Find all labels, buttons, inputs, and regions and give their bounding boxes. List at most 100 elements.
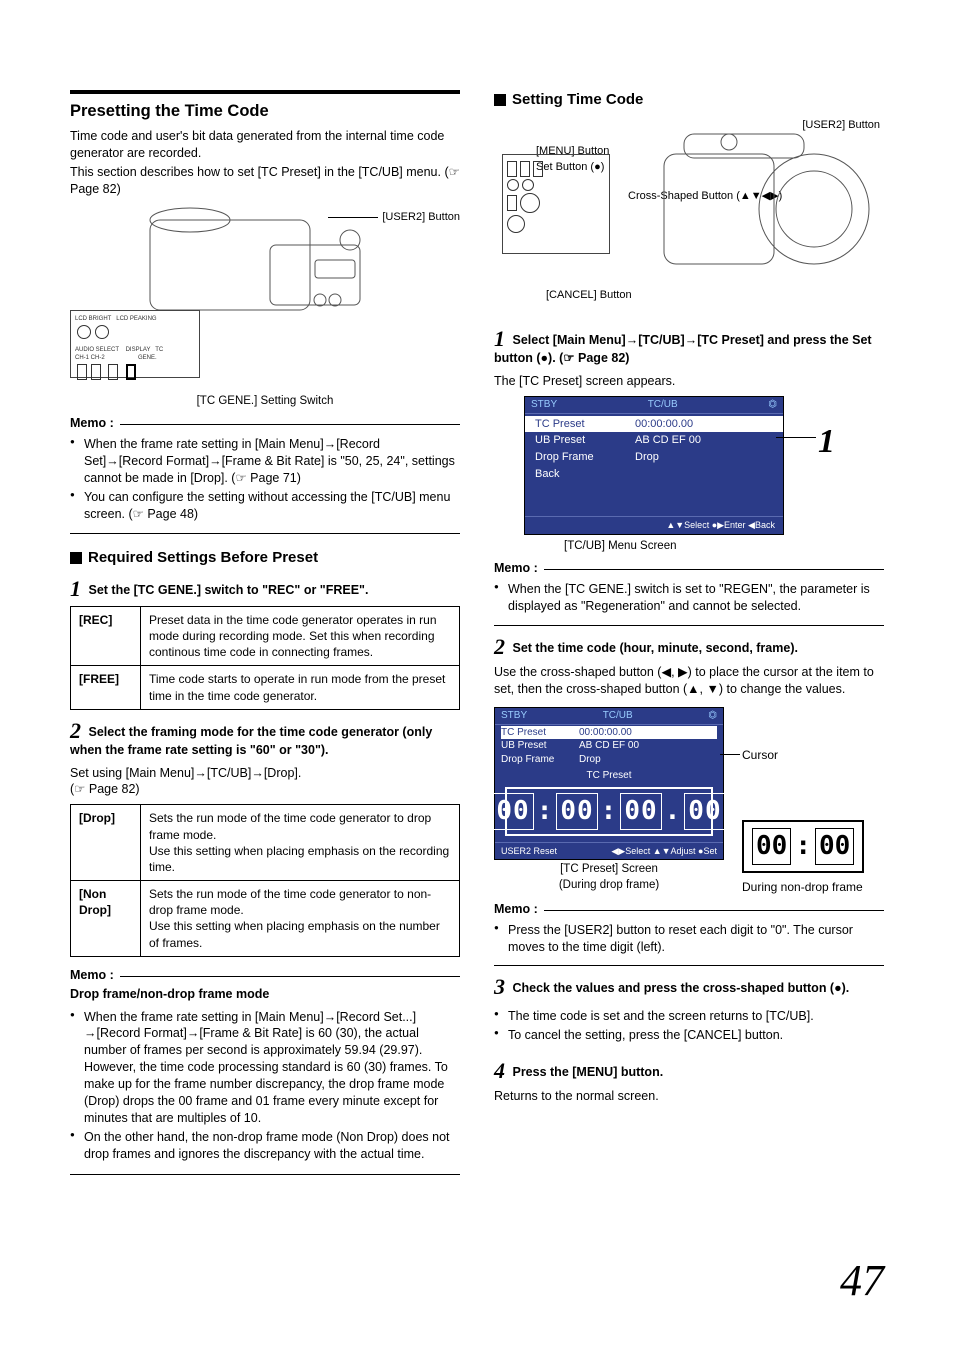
table-row: [REC] Preset data in the time code gener… [71,606,460,666]
section-rule [70,90,460,94]
rstep2-body: Use the cross-shaped button (◀, ▶) to pl… [494,664,884,698]
right-step-1: 1 Select [Main Menu]→[TC/UB]→[TC Preset]… [494,328,884,367]
memo-list-2: When the frame rate setting in [Main Men… [70,1005,460,1169]
table-row: [Non Drop] Sets the run mode of the time… [71,881,460,957]
cell-free-val: Time code starts to operate in run mode … [141,666,460,709]
figure-camera-left: [USER2] Button LCD BRIGHT LCD PEAKING AU… [70,200,460,390]
cell-nondrop-val: Sets the run mode of the time code gener… [141,881,460,957]
panel-illustration: LCD BRIGHT LCD PEAKING AUDIO SELECT DISP… [70,310,200,378]
memoB-end-rule [70,1174,460,1175]
panel-illustration-right [502,154,610,254]
tc-digit-display: 00: 00: 00. 00 [505,787,713,836]
ref-icon: ☞ [449,165,460,179]
rstep3-text: Check the values and press the cross-sha… [512,981,849,995]
callout-nondrop: During non-drop frame [742,879,864,895]
intro2-text: This section describes how to set [TC Pr… [70,165,449,179]
memoB-item1: When the frame rate setting in [Main Men… [70,1009,460,1127]
heading-presetting: Presetting the Time Code [70,100,460,122]
memoC-label: Memo : [494,560,538,577]
intro-para-2: This section describes how to set [TC Pr… [70,164,460,198]
heading-required-settings: Required Settings Before Preset [70,548,460,568]
memo-heading-1: Memo : [70,415,460,432]
cell-drop-val: Sets the run mode of the time code gener… [141,805,460,881]
ref-icon: ☞ [235,471,246,485]
menu-screen-caption: [TC/UB] Menu Screen [564,539,884,555]
figure1-caption: [TC GENE.] Setting Switch [70,394,460,410]
step3-b2: To cancel the setting, press the [CANCEL… [494,1027,884,1044]
right-step-4: 4 Press the [MENU] button. [494,1060,884,1082]
ref-icon: ☞ [74,782,85,796]
memo-heading-4: Memo : [494,901,884,918]
rstep4-text: Press the [MENU] button. [512,1065,663,1079]
tc-preset-screenshot: STBYTC/UB⏣ TC Preset00:00:00.00 UB Prese… [494,707,724,860]
ref-icon: ☞ [563,351,574,365]
intro-para-1: Time code and user's bit data generated … [70,128,460,162]
memoC-end-rule [494,625,884,626]
table-rec-free: [REC] Preset data in the time code gener… [70,606,460,710]
heading-required-text: Required Settings Before Preset [88,548,318,568]
memo-list-3: When the [TC GENE.] switch is set to "RE… [494,577,884,621]
step3-b1: The time code is set and the screen retu… [494,1008,884,1025]
memo-heading-3: Memo : [494,560,884,577]
memo-end-rule [70,533,460,534]
step-number-3r: 3 [494,974,505,999]
right-step-3: 3 Check the values and press the cross-s… [494,976,884,998]
table-row: [Drop] Sets the run mode of the time cod… [71,805,460,881]
step-number-1: 1 [70,576,81,601]
tc-ub-menu-screenshot: STBYTC/UB⏣ TC Preset00:00:00.00 UB Prese… [524,396,784,535]
step3-bullets: The time code is set and the screen retu… [494,1004,884,1050]
step-number-1r: 1 [494,326,505,351]
step-number-2r: 2 [494,634,505,659]
memo1-item2: You can configure the setting without ac… [70,489,460,523]
memoB-label: Memo : [70,967,114,984]
memoD-item: Press the [USER2] button to reset each d… [494,922,884,956]
memoB-item2: On the other hand, the non-drop frame mo… [70,1129,460,1163]
step2-text: Select the framing mode for the time cod… [70,725,432,757]
rstep1-body: The [TC Preset] screen appears. [494,373,884,390]
step-number-2: 2 [70,718,81,743]
figure-camera-right: [USER2] Button [MENU] Button Set Button … [494,118,884,318]
memo-list-4: Press the [USER2] button to reset each d… [494,918,884,962]
callout-user2-left: [USER2] Button [382,210,460,225]
square-bullet-icon [494,94,506,106]
memoB-subhead: Drop frame/non-drop frame mode [70,986,460,1003]
cell-free-key: [FREE] [71,666,141,709]
cell-rec-val: Preset data in the time code generator o… [141,606,460,666]
page-number: 47 [840,1251,884,1310]
cell-rec-key: [REC] [71,606,141,666]
left-step-2: 2 Select the framing mode for the time c… [70,720,460,759]
memo-heading-2: Memo : [70,967,460,984]
left-column: Presetting the Time Code Time code and u… [70,90,460,1175]
callout-cancel-button: [CANCEL] Button [546,288,632,303]
right-column: Setting Time Code [USER2] Button [MENU] … [494,90,884,1175]
tc-preset-figure: STBYTC/UB⏣ TC Preset00:00:00.00 UB Prese… [494,707,884,894]
rstep4-body: Returns to the normal screen. [494,1088,884,1105]
cell-drop-key: [Drop] [71,805,141,881]
heading-setting-tc: Setting Time Code [494,90,884,110]
callout-cursor: Cursor [742,747,864,763]
callout-number-1: 1 [818,419,835,465]
ref-icon: ☞ [133,507,144,521]
cell-nondrop-key: [Non Drop] [71,881,141,957]
memoD-end-rule [494,965,884,966]
step2-body: Set using [Main Menu]→[TC/UB]→[Drop]. (☞… [70,765,460,799]
memo-label-1: Memo : [70,415,114,432]
camera-illustration-right [644,124,884,294]
left-step-1: 1 Set the [TC GENE.] switch to "REC" or … [70,578,460,600]
step-number-4r: 4 [494,1058,505,1083]
memoD-label: Memo : [494,901,538,918]
intro2-ref: Page 82) [70,182,121,196]
memo1-item1: When the frame rate setting in [Main Men… [70,436,460,487]
step1-text: Set the [TC GENE.] switch to "REC" or "F… [88,583,368,597]
non-drop-digit-box: 00:00 [742,820,864,873]
square-bullet-icon [70,552,82,564]
tc-preset-caption: [TC Preset] Screen (During drop frame) [494,862,724,893]
rstep2-text: Set the time code (hour, minute, second,… [512,641,797,655]
memoC-item: When the [TC GENE.] switch is set to "RE… [494,581,884,615]
table-row: [FREE] Time code starts to operate in ru… [71,666,460,709]
memo-list-1: When the frame rate setting in [Main Men… [70,432,460,528]
right-step-2: 2 Set the time code (hour, minute, secon… [494,636,884,658]
heading-setting-text: Setting Time Code [512,90,643,110]
table-drop-nondrop: [Drop] Sets the run mode of the time cod… [70,804,460,957]
rstep1-text: Select [Main Menu]→[TC/UB]→[TC Preset] a… [494,333,872,365]
